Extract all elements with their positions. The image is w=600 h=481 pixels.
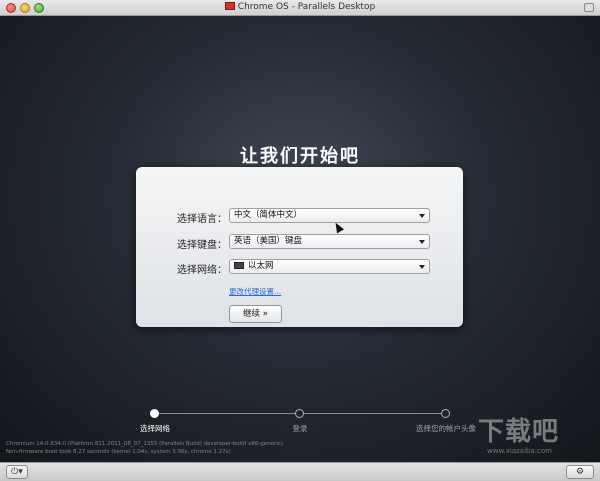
step-label-avatar: 选择您的帐户头像: [416, 424, 476, 433]
watermark-url: www.xiazaiba.com: [487, 447, 552, 455]
build-info-line1: Chromium 14.0.834.0 (Platform 811.2011_0…: [6, 441, 284, 447]
network-label: 选择网络：: [177, 265, 227, 276]
toolbar-toggle-button[interactable]: [584, 3, 594, 12]
chevron-down-icon: [419, 214, 425, 218]
step-label-login: 登录: [292, 424, 308, 433]
network-value: 以太网: [248, 261, 274, 271]
language-label: 选择语言：: [177, 214, 227, 225]
window-title: Chrome OS - Parallels Desktop: [237, 2, 376, 12]
network-row: 选择网络： 以太网: [136, 259, 463, 277]
keyboard-value: 英语（美国）键盘: [234, 236, 303, 246]
page-title: 让我们开始吧: [240, 146, 360, 167]
power-icon: ⏻▾: [11, 467, 23, 477]
keyboard-row: 选择键盘： 英语（美国）键盘: [136, 234, 463, 252]
parallels-app-icon: [224, 2, 235, 10]
chevron-down-icon: [419, 265, 425, 269]
build-info-line2: Non-firmware boot took 8.27 seconds (ker…: [6, 449, 231, 455]
window-titlebar: Chrome OS - Parallels Desktop: [0, 0, 600, 16]
keyboard-select[interactable]: 英语（美国）键盘: [229, 234, 430, 249]
language-select[interactable]: 中文（简体中文）: [229, 208, 430, 223]
setup-card: 选择语言： 中文（简体中文） 选择键盘： 英语（美国）键盘 选择网络： 以太网 …: [136, 167, 463, 327]
step-dot-avatar: [441, 409, 450, 418]
keyboard-label: 选择键盘：: [177, 240, 227, 251]
settings-button[interactable]: ⚙: [566, 465, 594, 479]
window-title-wrap: Chrome OS - Parallels Desktop: [0, 1, 600, 14]
language-row: 选择语言： 中文（简体中文）: [136, 208, 463, 226]
ethernet-icon: [234, 262, 244, 269]
continue-button[interactable]: 继续 »: [229, 305, 282, 323]
chevron-down-icon: [419, 240, 425, 244]
build-info: Chromium 14.0.834.0 (Platform 811.2011_0…: [6, 440, 283, 456]
step-dot-network: [150, 409, 159, 418]
network-select[interactable]: 以太网: [229, 259, 430, 274]
gear-icon: ⚙: [575, 467, 585, 477]
chromeos-screen: 让我们开始吧 选择语言： 中文（简体中文） 选择键盘： 英语（美国）键盘 选择网…: [0, 16, 600, 462]
step-label-network: 选择网络: [140, 424, 170, 433]
watermark-logo: 下载吧: [478, 417, 560, 447]
language-value: 中文（简体中文）: [234, 210, 303, 220]
vm-statusbar: ⏻▾ ⚙: [0, 462, 600, 481]
proxy-settings-link[interactable]: 更改代理设置...: [229, 286, 281, 297]
power-button[interactable]: ⏻▾: [6, 465, 28, 479]
step-dot-login: [295, 409, 304, 418]
